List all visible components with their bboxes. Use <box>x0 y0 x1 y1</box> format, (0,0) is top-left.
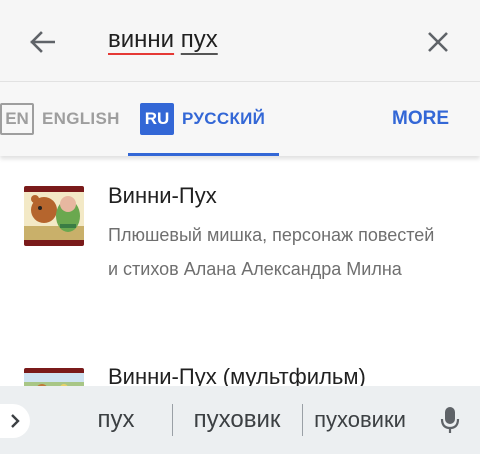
search-bar: винни пух <box>0 0 480 82</box>
suggestion-chip[interactable]: пух <box>60 386 172 454</box>
tab-russian[interactable]: RU РУССКИЙ <box>128 82 279 156</box>
suggestion-chip[interactable]: пуховик <box>172 386 302 454</box>
search-input[interactable]: винни пух <box>108 26 218 54</box>
close-icon <box>428 32 448 52</box>
language-code-badge-en: EN <box>0 103 34 135</box>
microphone-icon <box>440 407 460 433</box>
result-thumbnail <box>24 186 84 246</box>
result-item[interactable]: Винни-Пух (мультфильм) <box>0 350 480 408</box>
result-item[interactable]: Винни-Пух Плюшевый мишка, персонаж повес… <box>0 178 480 328</box>
result-description: Плюшевый мишка, персонаж повестей и стих… <box>108 225 435 279</box>
tab-english[interactable]: EN ENGLISH <box>0 82 120 156</box>
query-word-2: пух <box>180 26 218 53</box>
result-title: Винни-Пух <box>108 183 217 208</box>
suggestion-chip[interactable]: пуховики <box>302 386 418 454</box>
selected-tab-indicator <box>128 153 279 156</box>
tab-english-label: ENGLISH <box>42 109 120 128</box>
clear-button[interactable] <box>418 22 458 62</box>
arrow-back-icon <box>30 31 55 53</box>
voice-input-button[interactable] <box>432 402 468 438</box>
keyboard-suggestion-bar: пух пуховик пуховики <box>0 386 480 454</box>
back-button[interactable] <box>22 22 62 62</box>
tab-russian-label: РУССКИЙ <box>182 109 266 128</box>
language-code-badge-ru: RU <box>140 103 174 135</box>
chevron-right-icon <box>11 414 20 428</box>
expand-suggestions-button[interactable] <box>0 404 30 438</box>
query-word-1: винни <box>108 26 175 53</box>
more-languages-button[interactable]: MORE <box>392 82 449 156</box>
language-tabs: EN ENGLISH RU РУССКИЙ MORE <box>0 82 480 156</box>
